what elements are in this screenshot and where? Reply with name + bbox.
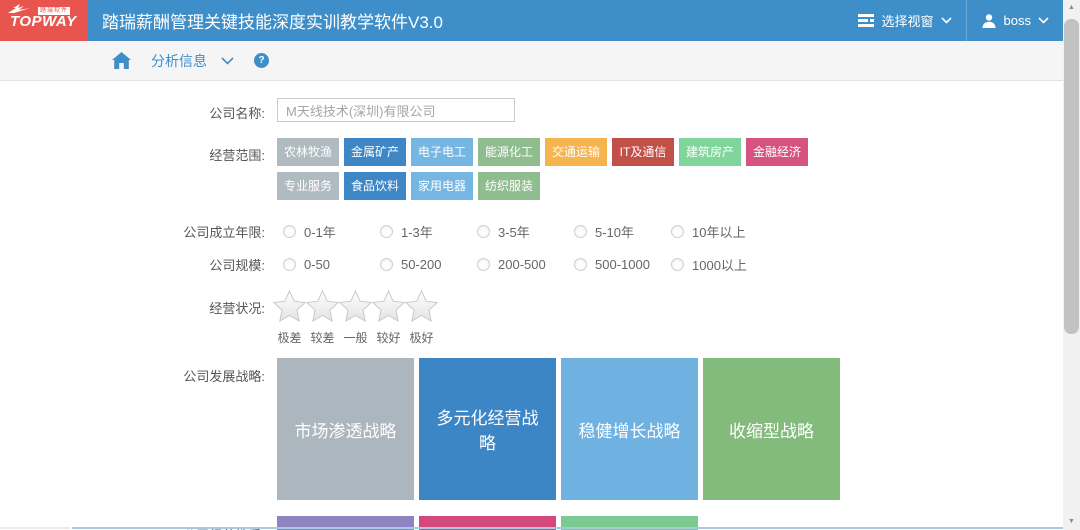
scope-tag[interactable]: 电子电工 (411, 138, 473, 166)
username-label: boss (1004, 13, 1031, 28)
star-icon[interactable] (339, 289, 372, 327)
company-age-label: 公司成立年限: (0, 222, 265, 241)
scope-tag[interactable]: 建筑房产 (679, 138, 741, 166)
company-size-row: 公司规模: 0-50 50-200 200-500 500-1000 1000以… (0, 255, 1063, 274)
help-icon[interactable]: ? (254, 53, 269, 68)
scope-tag[interactable]: 金属矿产 (344, 138, 406, 166)
company-name-label: 公司名称: (0, 98, 265, 122)
company-name-input[interactable] (277, 98, 515, 122)
radio-icon[interactable] (574, 258, 587, 271)
scrollbar-thumb[interactable] (1064, 19, 1079, 334)
radio-size-200-500[interactable]: 200-500 (477, 255, 574, 274)
radio-age-10plus[interactable]: 10年以上 (671, 222, 768, 241)
company-name-row: 公司名称: (0, 98, 1063, 122)
radio-icon[interactable] (283, 258, 296, 271)
business-scope-row: 经营范围: 农林牧渔 金属矿产 电子电工 能源化工 交通运输 IT及通信 建筑房… (0, 138, 1063, 200)
rating-label: 极差 (273, 329, 306, 346)
view-selector-dropdown[interactable]: 选择视窗 (843, 0, 966, 41)
star-icon[interactable] (405, 289, 438, 327)
chevron-down-icon (1038, 17, 1049, 24)
scope-tag-row-2: 专业服务 食品饮料 家用电器 纺织服装 (277, 172, 813, 200)
radio-icon[interactable] (380, 258, 393, 271)
scope-tag[interactable]: 金融经济 (746, 138, 808, 166)
strategy-option-steady-growth[interactable]: 稳健增长战略 (561, 358, 698, 500)
strategy-option-diversification[interactable]: 多元化经营战略 (419, 358, 556, 500)
strategy-option-retrenchment[interactable]: 收缩型战略 (703, 358, 840, 500)
operating-status-row: 经营状况: 极差 较差 一般 较好 极好 (0, 289, 1063, 346)
radio-age-1-3[interactable]: 1-3年 (380, 222, 477, 241)
company-size-options: 0-50 50-200 200-500 500-1000 1000以上 (283, 255, 768, 274)
app-title: 踏瑞薪酬管理关键技能深度实训教学软件V3.0 (102, 8, 443, 33)
radio-age-3-5[interactable]: 3-5年 (477, 222, 574, 241)
strategy-options: 市场渗透战略 多元化经营战略 稳健增长战略 收缩型战略 (277, 358, 845, 500)
rating-label: 一般 (339, 329, 372, 346)
scope-tag[interactable]: 专业服务 (277, 172, 339, 200)
scope-tag[interactable]: 交通运输 (545, 138, 607, 166)
view-selector-label: 选择视窗 (882, 11, 934, 30)
scroll-down-arrow[interactable]: ▼ (1063, 514, 1080, 530)
rating-label: 极好 (405, 329, 438, 346)
app-header: 踏瑞软件 TOPWAY 踏瑞薪酬管理关键技能深度实训教学软件V3.0 选择视窗 … (0, 0, 1063, 41)
topway-logo[interactable]: 踏瑞软件 TOPWAY (0, 0, 88, 41)
scope-tag[interactable]: 农林牧渔 (277, 138, 339, 166)
scope-tag[interactable]: 纺织服装 (478, 172, 540, 200)
star-icon[interactable] (306, 289, 339, 327)
vertical-scrollbar[interactable]: ▲ ▼ (1063, 0, 1080, 530)
scroll-up-arrow[interactable]: ▲ (1063, 0, 1080, 16)
radio-icon[interactable] (477, 258, 490, 271)
bottom-edge-strip (0, 527, 70, 529)
radio-icon[interactable] (380, 225, 393, 238)
development-strategy-label: 公司发展战略: (0, 358, 265, 385)
rating-label: 较差 (306, 329, 339, 346)
user-icon (981, 13, 997, 29)
logo-brand: TOPWAY (10, 13, 77, 30)
scope-tag[interactable]: 能源化工 (478, 138, 540, 166)
radio-icon[interactable] (671, 258, 684, 271)
window-list-icon (857, 14, 875, 27)
radio-icon[interactable] (671, 225, 684, 238)
scope-tag[interactable]: 家用电器 (411, 172, 473, 200)
form-content: 公司名称: 经营范围: 农林牧渔 金属矿产 电子电工 能源化工 交通运输 IT及… (0, 81, 1063, 530)
star-rating-labels: 极差 较差 一般 较好 极好 (273, 329, 438, 346)
star-rating (273, 289, 438, 327)
star-icon[interactable] (372, 289, 405, 327)
next-section-top-edge (72, 527, 1063, 529)
radio-age-0-1[interactable]: 0-1年 (283, 222, 380, 241)
user-menu-dropdown[interactable]: boss (967, 0, 1063, 41)
radio-size-1000plus[interactable]: 1000以上 (671, 255, 768, 274)
scope-tag[interactable]: 食品饮料 (344, 172, 406, 200)
home-icon[interactable] (112, 52, 131, 69)
chevron-down-icon[interactable] (221, 57, 234, 65)
company-age-row: 公司成立年限: 0-1年 1-3年 3-5年 5-10年 10年以上 (0, 222, 1063, 241)
radio-size-0-50[interactable]: 0-50 (283, 255, 380, 274)
radio-size-500-1000[interactable]: 500-1000 (574, 255, 671, 274)
business-scope-label: 经营范围: (0, 138, 265, 164)
operating-status-label: 经营状况: (0, 289, 265, 317)
company-size-label: 公司规模: (0, 255, 265, 274)
radio-size-50-200[interactable]: 50-200 (380, 255, 477, 274)
scope-tag[interactable]: IT及通信 (612, 138, 674, 166)
radio-icon[interactable] (574, 225, 587, 238)
breadcrumb-navbar: 分析信息 ? (0, 41, 1063, 81)
radio-icon[interactable] (283, 225, 296, 238)
rating-label: 较好 (372, 329, 405, 346)
header-right: 选择视窗 boss (843, 0, 1063, 41)
strategy-option-market-penetration[interactable]: 市场渗透战略 (277, 358, 414, 500)
scope-tag-row-1: 农林牧渔 金属矿产 电子电工 能源化工 交通运输 IT及通信 建筑房产 金融经济 (277, 138, 813, 166)
chevron-down-icon (941, 17, 952, 24)
radio-age-5-10[interactable]: 5-10年 (574, 222, 671, 241)
radio-icon[interactable] (477, 225, 490, 238)
star-icon[interactable] (273, 289, 306, 327)
company-age-options: 0-1年 1-3年 3-5年 5-10年 10年以上 (283, 222, 768, 241)
nav-menu-analysis-info[interactable]: 分析信息 (151, 51, 207, 71)
development-strategy-row: 公司发展战略: 市场渗透战略 多元化经营战略 稳健增长战略 收缩型战略 (0, 358, 1063, 500)
